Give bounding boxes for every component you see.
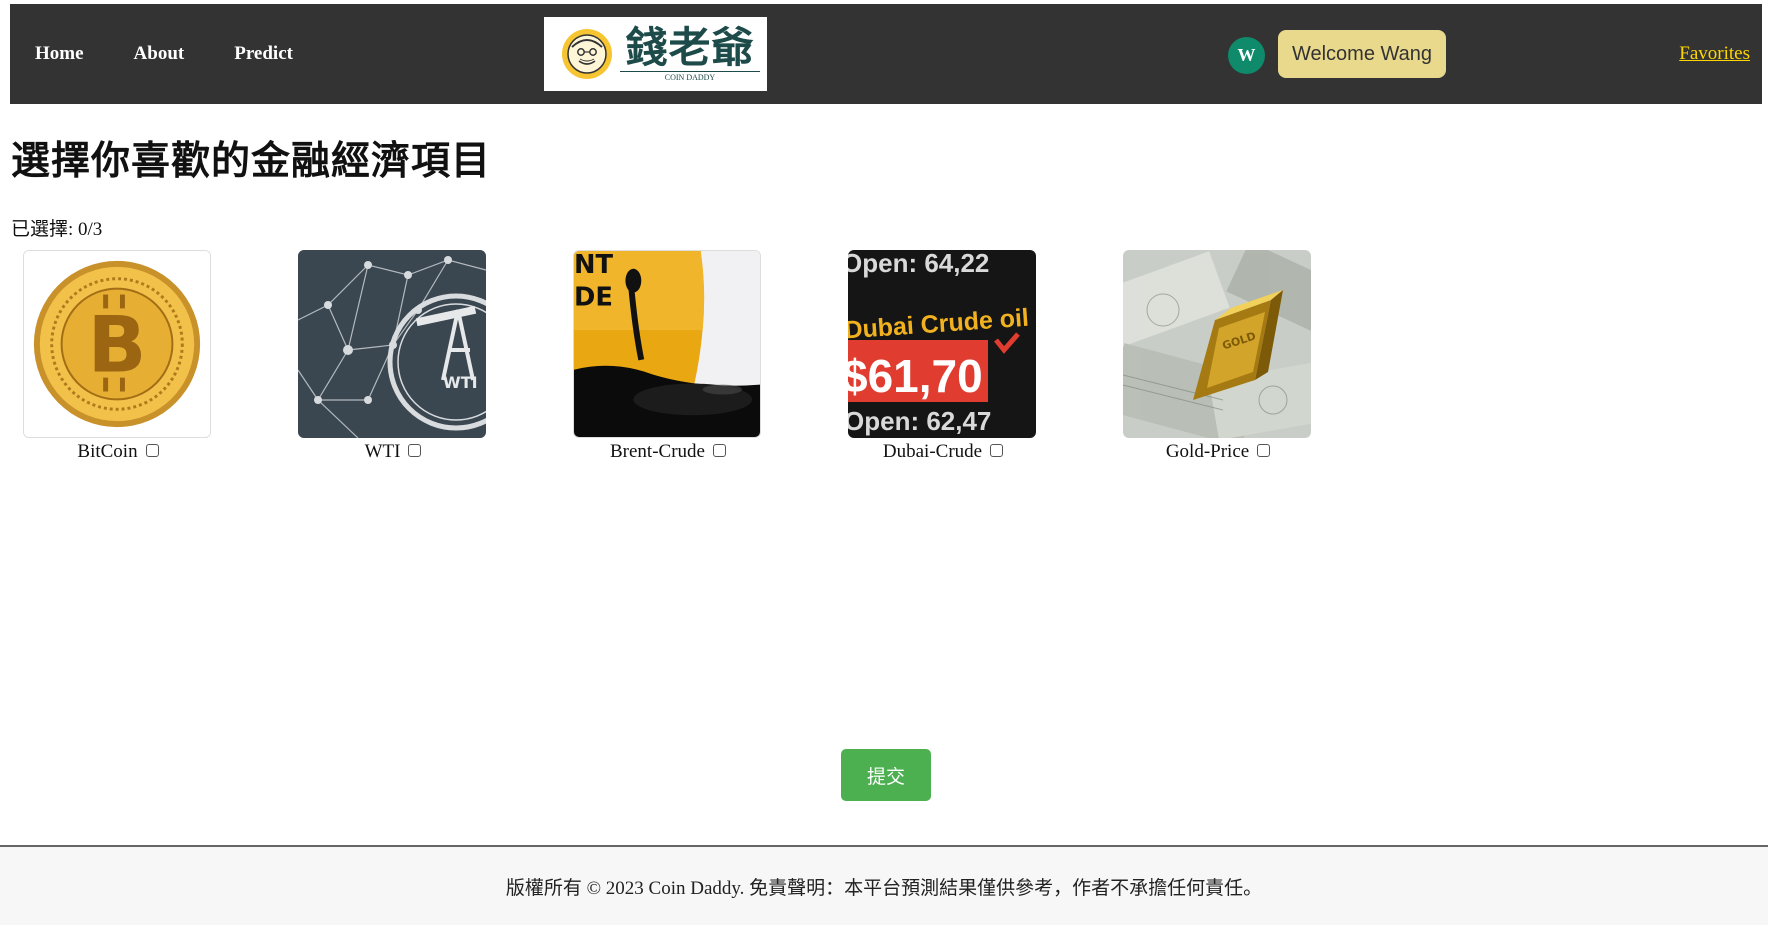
footer-disclaimer: 版權所有 © 2023 Coin Daddy. 免責聲明：本平台預測結果僅供參考… — [505, 877, 1263, 899]
logo-title: 錢老爺 — [625, 23, 755, 72]
nav-links: Home About Predict — [35, 4, 343, 104]
checkbox-dubai-crude[interactable] — [990, 443, 1004, 457]
item-card-gold-price: GOLD Gold-Price — [1123, 250, 1313, 463]
item-label-bitcoin: BitCoin — [77, 441, 138, 462]
nav-predict-link[interactable]: Predict — [234, 43, 293, 65]
wti-oil-pump-image[interactable]: WTI — [298, 250, 486, 438]
item-caption: Brent-Crude — [573, 441, 763, 463]
dubai-crude-ticker-image[interactable]: Open: 64,22 Dubai Crude oil $61,70 Open:… — [848, 250, 1036, 438]
logo-subtitle: COIN DADDY — [620, 71, 760, 82]
checkbox-wti[interactable] — [408, 443, 422, 457]
selected-counter: 已選擇: 0/3 — [11, 219, 103, 240]
item-label-dubai-crude: Dubai-Crude — [882, 441, 983, 462]
bitcoin-coin-image[interactable]: B — [23, 250, 211, 438]
item-card-dubai-crude: Open: 64,22 Dubai Crude oil $61,70 Open:… — [848, 250, 1038, 463]
svg-text:DE: DE — [574, 282, 613, 312]
item-caption: BitCoin — [23, 441, 213, 463]
footer: 版權所有 © 2023 Coin Daddy. 免責聲明：本平台預測結果僅供參考… — [0, 845, 1768, 925]
brand-logo[interactable]: 錢老爺 COIN DADDY — [544, 17, 767, 91]
user-avatar[interactable]: W — [1228, 37, 1265, 74]
oil-barrel-spill-image[interactable]: NT DE — [573, 250, 761, 438]
submit-button[interactable]: 提交 — [841, 749, 931, 801]
favorites-link[interactable]: Favorites — [1679, 4, 1750, 104]
welcome-badge[interactable]: Welcome Wang — [1278, 30, 1446, 78]
checkbox-bitcoin[interactable] — [145, 443, 159, 457]
item-card-brent-crude: NT DE Brent-Crude — [573, 250, 763, 463]
nav-home-link[interactable]: Home — [35, 43, 84, 65]
svg-text:NT: NT — [574, 251, 614, 280]
item-label-gold-price: Gold-Price — [1165, 441, 1250, 462]
nav-about-link[interactable]: About — [134, 43, 185, 65]
svg-text:B: B — [88, 301, 147, 391]
page-title: 選擇你喜歡的金融經濟項目 — [11, 139, 492, 184]
item-label-brent-crude: Brent-Crude — [610, 441, 705, 462]
item-caption: Dubai-Crude — [848, 441, 1038, 463]
svg-text:WTI: WTI — [443, 373, 478, 392]
logo-text: 錢老爺 COIN DADDY — [620, 26, 760, 82]
item-label-wti: WTI — [364, 441, 401, 462]
navbar: Home About Predict 錢老爺 COIN DADDY W Welc… — [10, 4, 1762, 104]
item-card-wti: WTI WTI — [298, 250, 488, 463]
checkbox-brent-crude[interactable] — [712, 443, 726, 457]
dubai-ticker-price: $61,70 — [848, 350, 983, 402]
item-caption: Gold-Price — [1123, 441, 1313, 463]
dubai-ticker-open-bottom: Open: 62,47 — [848, 406, 991, 436]
checkbox-gold-price[interactable] — [1257, 443, 1271, 457]
item-caption: WTI — [298, 441, 488, 463]
dubai-ticker-open-top: Open: 64,22 — [848, 250, 989, 278]
old-man-face-icon — [562, 29, 612, 79]
gold-bar-money-image[interactable]: GOLD — [1123, 250, 1311, 438]
item-card-bitcoin: B BitCoin — [23, 250, 213, 463]
